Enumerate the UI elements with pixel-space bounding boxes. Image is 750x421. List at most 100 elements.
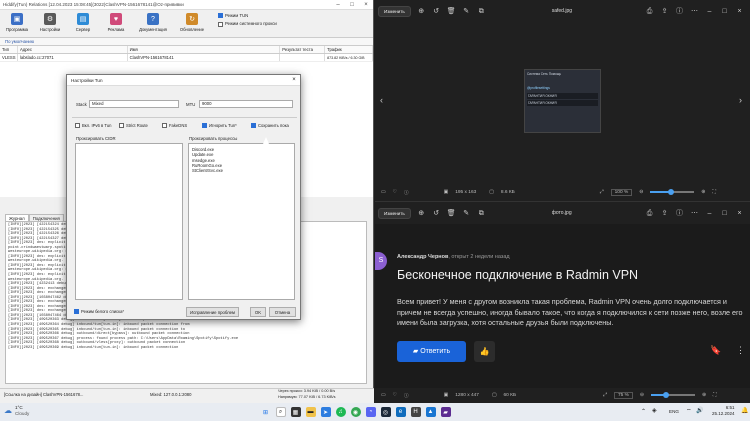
language-indicator[interactable]: ENG (669, 409, 679, 414)
favorite-icon[interactable]: ♡ (393, 393, 397, 398)
share-icon[interactable]: ⇪ (660, 209, 669, 218)
next-arrow-icon[interactable]: › (739, 95, 742, 105)
zoom-in-icon[interactable]: ⊕ (417, 209, 426, 218)
rotate-icon[interactable]: ↺ (432, 7, 441, 16)
steam-icon[interactable]: ◎ (380, 407, 391, 417)
fullscreen-icon[interactable]: ⛶ (712, 189, 715, 195)
close-icon[interactable]: × (735, 7, 744, 16)
volume-icon[interactable]: 🔊 (696, 407, 703, 414)
zoom-level[interactable]: 75 % (613, 391, 633, 399)
group-tab-default[interactable]: По умолчанию (0, 38, 373, 46)
weather-widget[interactable]: ☁ 1°C Cloudy (4, 405, 29, 416)
more-vertical-icon[interactable]: ⋮ (736, 345, 745, 356)
wifi-icon[interactable]: ⌔ (686, 407, 692, 415)
minimize-icon[interactable]: – (705, 7, 714, 16)
ok-button[interactable]: OK (250, 307, 266, 317)
discord-icon[interactable]: ◔ (365, 407, 376, 417)
info-icon[interactable]: ⓘ (675, 209, 684, 218)
fit-icon[interactable]: ⤢ (603, 392, 607, 398)
table-row[interactable]: VLESS labslado.cc:27071 ClashVPN-1561678… (0, 54, 373, 62)
zoom-level[interactable]: 100 % (610, 188, 633, 196)
zoom-slider[interactable] (650, 392, 695, 398)
like-icon[interactable]: 👍 (474, 341, 495, 362)
hiddify-icon[interactable]: H (410, 407, 421, 417)
delete-icon[interactable]: 🗑 (447, 7, 456, 16)
share-icon[interactable]: ⇪ (660, 7, 669, 16)
maximize-icon[interactable]: □ (720, 209, 729, 218)
zoom-in-icon[interactable]: ⊕ (702, 393, 706, 398)
toolbar-ads-button[interactable]: ♥ Реклама (101, 13, 131, 32)
favorite-icon[interactable]: ♡ (393, 190, 397, 195)
film-strip-icon[interactable]: ▭ (381, 190, 386, 195)
col-header-type[interactable]: Тип (0, 46, 18, 53)
cancel-button[interactable]: Отмена (269, 307, 296, 317)
status-link[interactable]: [Ссылка на дизайн] ClashVPN-1561678... (4, 392, 83, 397)
start-icon[interactable]: ⊞ (261, 407, 271, 417)
spotify-icon[interactable]: ♫ (335, 407, 346, 417)
zoom-out-icon[interactable]: ⊖ (639, 190, 643, 195)
info-icon[interactable]: ⓘ (675, 7, 684, 16)
col-header-name[interactable]: Имя (128, 46, 281, 53)
bookmark-icon[interactable]: 🔖 (710, 345, 721, 356)
edge-icon[interactable]: e (395, 407, 406, 417)
filter-icon[interactable]: ⧉ (477, 209, 486, 218)
col-header-address[interactable]: Адрес (18, 46, 128, 53)
ipv6-checkbox[interactable]: Вкл. IPv6 в Tun (75, 123, 111, 128)
edit-button[interactable]: Изменить (378, 5, 411, 17)
stack-select[interactable]: Mixed (89, 100, 179, 108)
zoom-out-icon[interactable]: ⊖ (640, 393, 644, 398)
fakedns-checkbox[interactable]: FakeDNS (162, 123, 187, 128)
cidr-textarea[interactable] (75, 143, 183, 300)
zoom-slider[interactable] (650, 189, 695, 195)
toolbar-program-button[interactable]: ▣ Программа (2, 13, 32, 32)
process-textarea[interactable]: Discord.exe Update.exe msedge.exe RuRoom… (188, 143, 295, 300)
notification-icon[interactable]: 🔔 (741, 407, 748, 414)
system-proxy-checkbox[interactable]: Режим системного прокси (218, 21, 277, 27)
edit-icon[interactable]: ✎ (462, 209, 471, 218)
ignore-tun-checkbox[interactable]: Игнорить Tun* (202, 123, 237, 128)
minimize-icon[interactable]: – (705, 209, 714, 218)
rotate-icon[interactable]: ↺ (432, 209, 441, 218)
zoom-in-icon[interactable]: ⊕ (701, 190, 705, 195)
toolbar-docs-button[interactable]: ? Документация (134, 13, 172, 32)
delete-icon[interactable]: 🗑 (447, 209, 456, 218)
search-icon[interactable]: ⌕ (275, 407, 286, 417)
zoom-in-icon[interactable]: ⊕ (417, 7, 426, 16)
info-icon[interactable]: ⓘ (404, 392, 409, 399)
fit-icon[interactable]: ⤢ (600, 189, 604, 195)
toolbar-update-button[interactable]: ↻ Обновление (175, 13, 209, 32)
info-icon[interactable]: ⓘ (404, 189, 409, 196)
edit-button[interactable]: Изменить (378, 207, 411, 219)
tun-mode-checkbox[interactable]: Режим TUN (218, 13, 277, 19)
maximize-icon[interactable]: □ (720, 7, 729, 16)
strict-route-checkbox[interactable]: Strict Route (119, 123, 148, 128)
maximize-icon[interactable]: □ (345, 2, 359, 8)
more-icon[interactable]: ⋯ (690, 7, 699, 16)
reply-button[interactable]: ▰ Ответить (397, 341, 466, 362)
toolbar-server-button[interactable]: ▤ Сервер (68, 13, 98, 32)
print-icon[interactable]: ⎙ (645, 7, 654, 16)
tray-chevron-icon[interactable]: ⌃ (641, 408, 646, 415)
more-icon[interactable]: ⋯ (690, 209, 699, 218)
mtu-input[interactable]: 9000 (199, 100, 293, 108)
whitelist-checkbox[interactable]: Режим белого списка* (74, 309, 124, 314)
fullscreen-icon[interactable]: ⛶ (713, 392, 716, 398)
clock[interactable]: 6:51 25.12.2024 (712, 405, 735, 417)
chrome-icon[interactable]: ◉ (350, 407, 361, 417)
tray-app-icon[interactable]: ◈ (652, 407, 657, 414)
file-explorer-icon[interactable]: ▬ (305, 407, 316, 417)
toolbar-settings-button[interactable]: ⚙ Настройки (35, 13, 65, 32)
telegram-icon[interactable]: ➤ (320, 407, 331, 417)
edit-icon[interactable]: ✎ (462, 7, 471, 16)
close-icon[interactable]: × (735, 209, 744, 218)
app-icon[interactable]: ▰ (440, 407, 451, 417)
tab-connections[interactable]: Подключения (28, 214, 64, 221)
task-view-icon[interactable]: ▦ (290, 407, 301, 417)
col-header-test[interactable]: Результат теста (280, 46, 326, 53)
prev-arrow-icon[interactable]: ‹ (380, 95, 383, 105)
minimize-icon[interactable]: – (331, 2, 345, 8)
photos-icon[interactable]: ▲ (425, 407, 436, 417)
fix-problems-button[interactable]: Исправление проблем (186, 307, 239, 317)
film-strip-icon[interactable]: ▭ (381, 393, 386, 398)
col-header-traffic[interactable]: Трафик (325, 46, 373, 53)
